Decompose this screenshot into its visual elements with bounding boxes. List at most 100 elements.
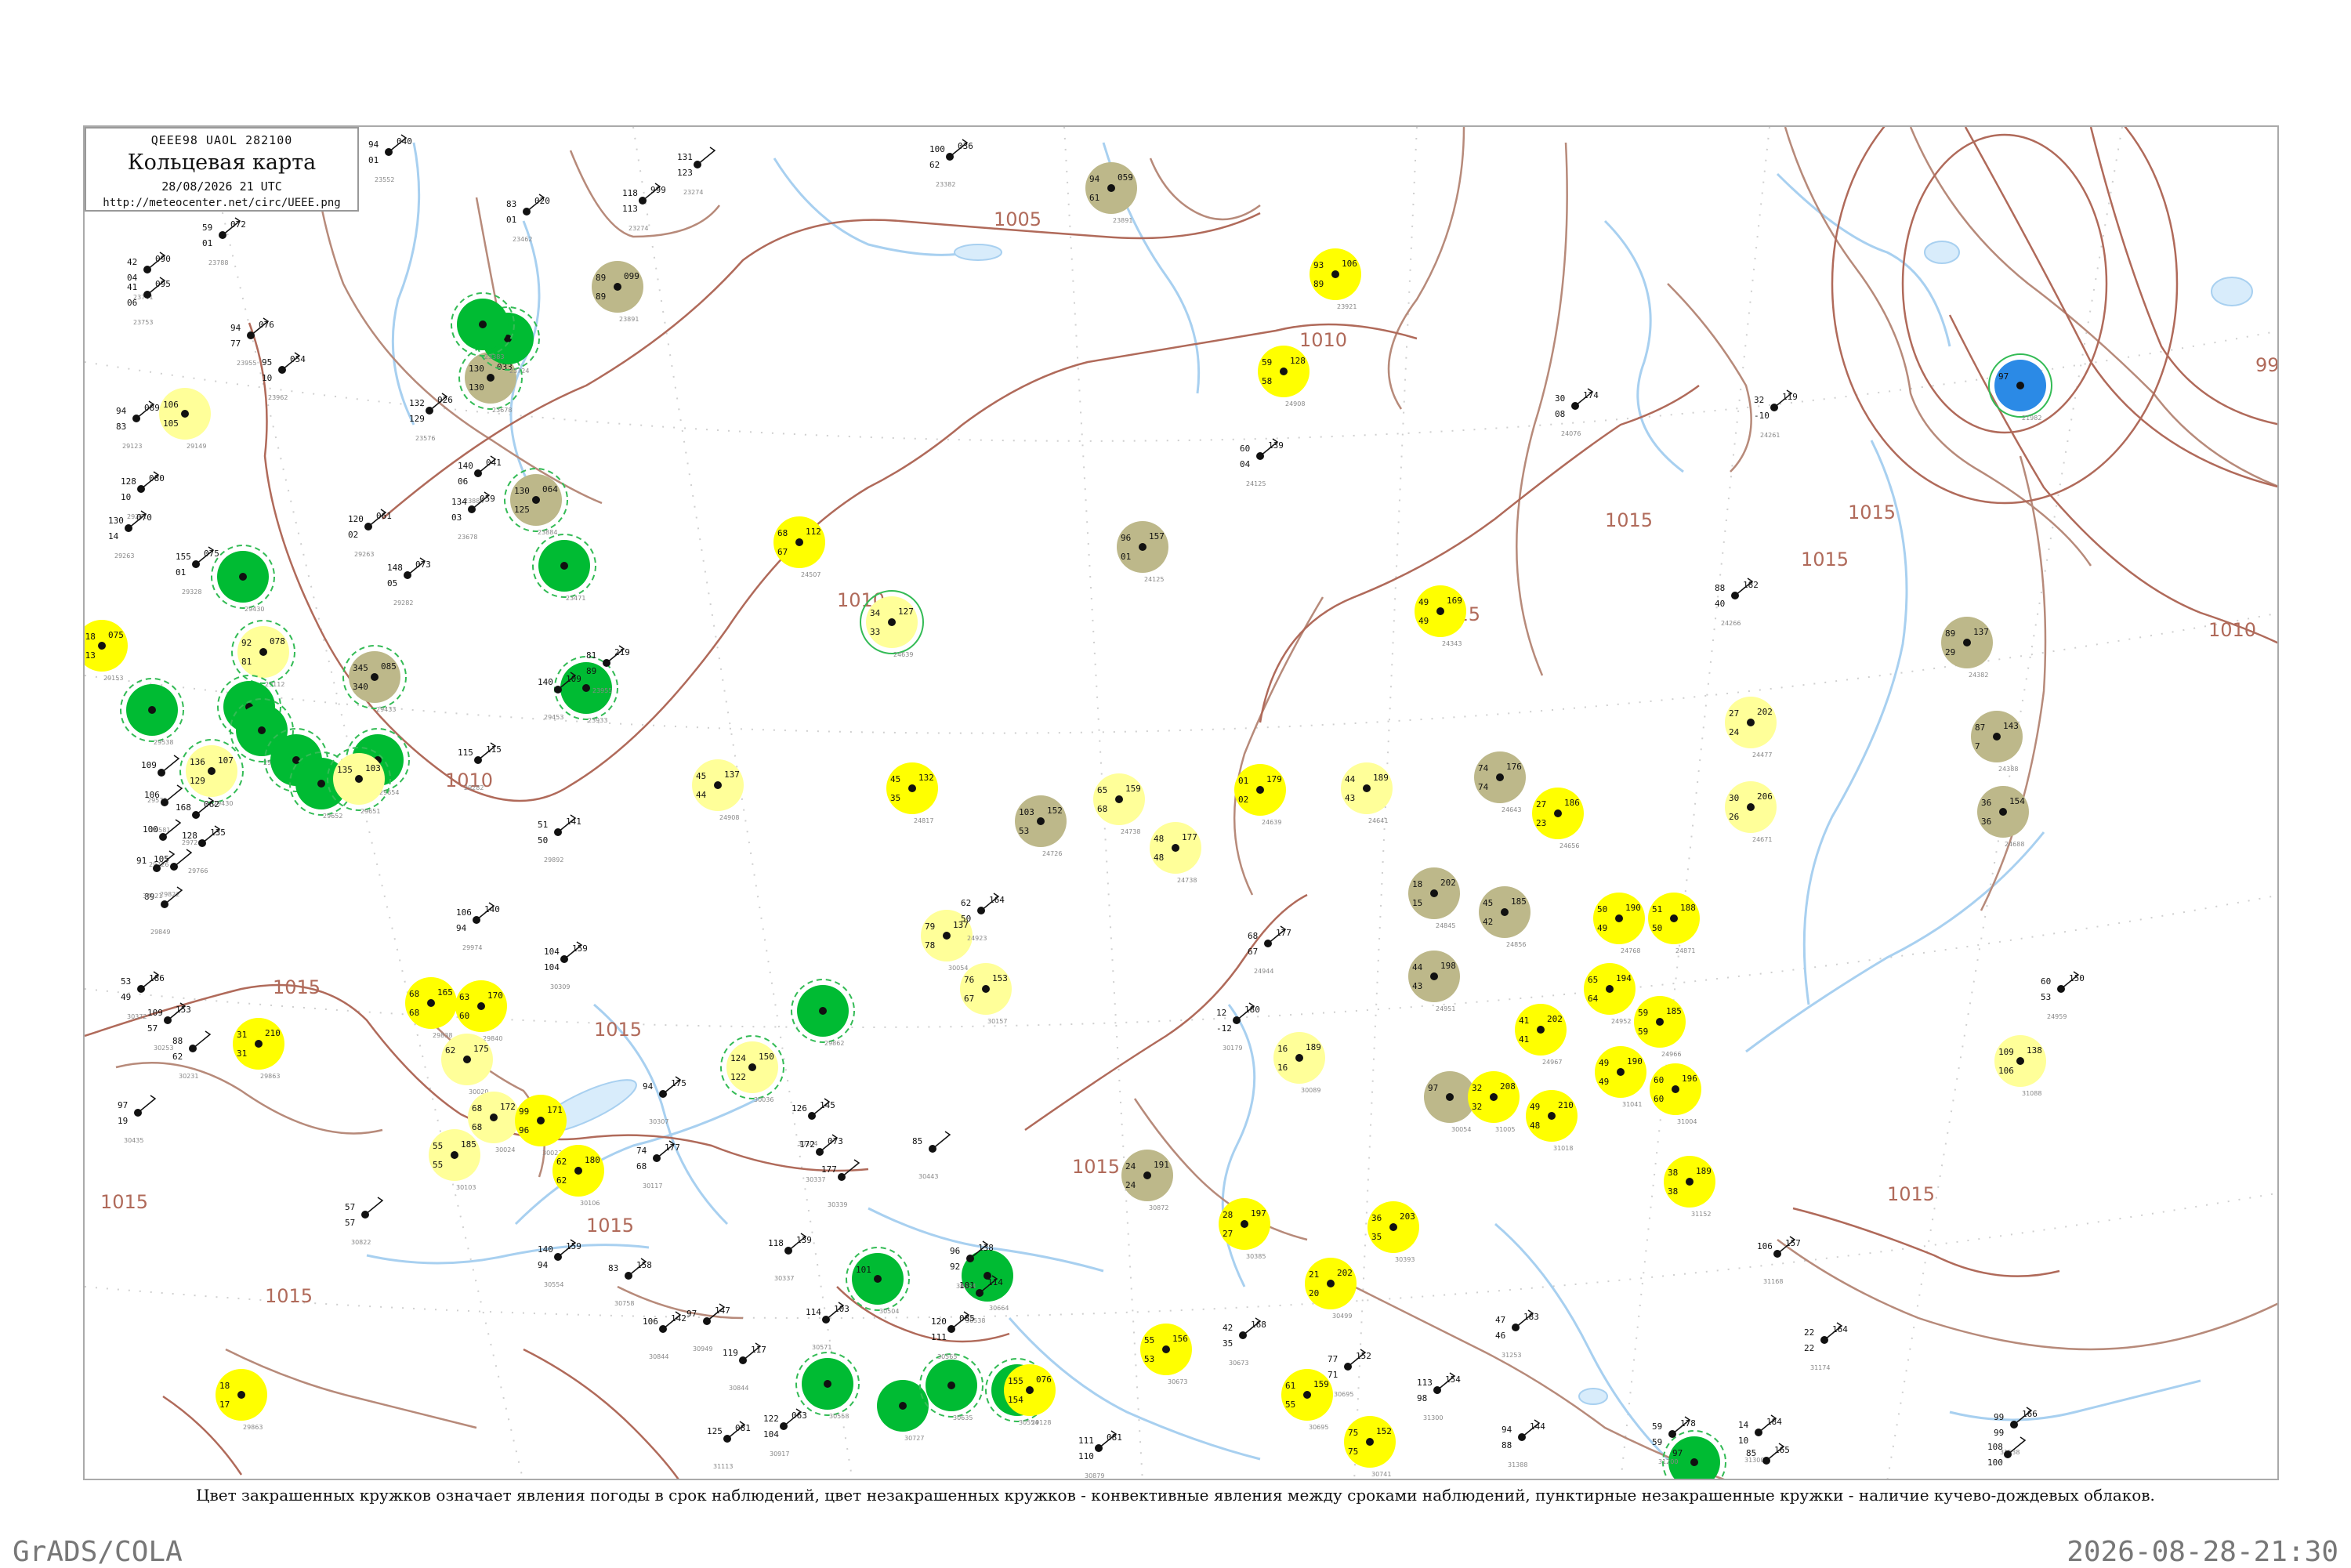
station-plot[interactable]: 12 180 -12 30179 — [1216, 1002, 1260, 1052]
station-plot[interactable]: 57 57 30822 — [345, 1197, 384, 1246]
station-plot[interactable]: 10529822 — [154, 849, 193, 898]
station-plot[interactable]: 14 1841031300 — [1738, 1414, 1782, 1464]
station-plot[interactable]: 62 164 50 24923 — [961, 893, 1005, 942]
station-marker[interactable]: 9731200 — [1662, 1430, 1726, 1480]
station-marker[interactable]: 76 153 67 30157 — [960, 963, 1012, 1025]
station-plot[interactable]: 51 141 50 29892 — [538, 814, 581, 864]
station-marker[interactable]: 18 202 15 24845 — [1408, 867, 1460, 929]
station-plot[interactable]: 95 054 10 23962 — [262, 352, 306, 401]
station-marker[interactable]: 30635 — [919, 1353, 984, 1421]
station-plot[interactable]: 85 30443 — [912, 1131, 951, 1180]
map-url[interactable]: http://meteocenter.net/circ/UEEE.png — [86, 197, 357, 209]
station-marker[interactable]: 68 165 68 29838 — [405, 977, 457, 1039]
station-plot[interactable]: 32 119 -10 24261 — [1754, 389, 1798, 439]
station-plot[interactable]: 106 157 31168 — [1757, 1236, 1801, 1285]
station-marker[interactable]: 93 106 89 23921 — [1310, 248, 1361, 310]
station-marker[interactable]: 136 10712929430 — [179, 739, 244, 807]
station-plot[interactable]: 109 153 57 30253 — [147, 1002, 191, 1052]
station-marker[interactable]: 36 203 35 30393 — [1367, 1201, 1419, 1263]
station-marker[interactable]: 89 137 29 24382 — [1941, 617, 1993, 679]
station-marker[interactable]: 75 152 75 30741 — [1344, 1416, 1396, 1478]
station-marker[interactable]: 55 185 55 30103 — [429, 1129, 480, 1191]
station-plot[interactable]: 113 154 98 31300 — [1417, 1372, 1461, 1421]
station-plot[interactable]: 94 040 01 23552 — [368, 134, 412, 183]
station-marker[interactable]: 68 112 67 24507 — [773, 516, 825, 578]
station-marker[interactable]: 49 190 49 31041 — [1595, 1046, 1646, 1108]
station-marker[interactable]: 50 190 49 24768 — [1593, 893, 1645, 954]
station-plot[interactable]: 108 100 31505 — [1987, 1436, 2027, 1480]
station-plot[interactable]: 106 142 30844 — [643, 1311, 686, 1360]
station-plot[interactable]: 119 117 30844 — [723, 1342, 766, 1392]
station-marker[interactable]: 99 1719630022 — [515, 1095, 567, 1157]
station-marker[interactable]: 103 152 53 24726 — [1015, 795, 1067, 857]
station-plot[interactable]: 118 139 30337 — [768, 1233, 812, 1282]
station-marker[interactable]: 59 185 59 24966 — [1634, 996, 1686, 1058]
station-plot[interactable]: 132 026 129 23576 — [409, 393, 453, 442]
station-marker[interactable]: 106 105 29149 — [159, 388, 211, 450]
station-marker[interactable]: 23471 — [532, 534, 596, 602]
station-marker[interactable]: 30 206 26 24671 — [1725, 781, 1777, 843]
station-marker[interactable]: 38 189 38 31152 — [1664, 1156, 1715, 1218]
station-marker[interactable]: 345 085 340 29433 — [342, 645, 407, 713]
station-plot[interactable]: 94 144 88 31388 — [1502, 1419, 1545, 1468]
station-marker[interactable]: 109 138 106 31088 — [1994, 1035, 2046, 1097]
station-marker[interactable]: 36 154 36 24688 — [1977, 786, 2029, 848]
station-marker[interactable]: 49 210 48 31018 — [1526, 1090, 1578, 1152]
weather-map[interactable]: 1005 1010 1010 1010 1010 1015 1015 1015 … — [85, 127, 2279, 1480]
station-plot[interactable]: 77 152 71 30695 — [1328, 1349, 1371, 1398]
station-plot[interactable]: 118 999 113 23274 — [622, 183, 666, 232]
station-marker[interactable]: 24 191 24 30872 — [1121, 1150, 1173, 1211]
station-plot[interactable]: 177 30339 — [821, 1159, 860, 1208]
station-plot[interactable]: 47 183 46 31253 — [1495, 1309, 1539, 1359]
station-marker[interactable]: 55 156 53 30673 — [1140, 1324, 1192, 1385]
station-marker[interactable]: 21 202 20 30499 — [1305, 1258, 1357, 1320]
station-marker[interactable]: 65 159 68 24738 — [1093, 773, 1145, 835]
station-plot[interactable]: 81 219 89 23955 — [586, 645, 630, 694]
station-plot[interactable]: 74 177 68 30117 — [636, 1140, 680, 1190]
station-marker[interactable]: 28 197 27 30385 — [1219, 1198, 1270, 1260]
station-marker[interactable]: 01 179 02 24639 — [1234, 764, 1286, 826]
station-marker[interactable]: 41 202 41 24967 — [1515, 1004, 1567, 1066]
station-plot[interactable]: 30 174 08 24076 — [1555, 388, 1599, 437]
station-marker[interactable]: 18 17 29863 — [216, 1369, 267, 1431]
station-marker[interactable]: 27 186 23 24656 — [1532, 788, 1584, 849]
station-marker[interactable]: 124 150 122 30036 — [720, 1035, 784, 1103]
station-marker[interactable]: 51 188 50 24871 — [1648, 893, 1700, 954]
station-plot[interactable]: 97 147 30949 — [686, 1303, 730, 1353]
station-plot[interactable]: 115 115 29282 — [458, 742, 502, 791]
station-plot[interactable]: 131 123 23274 — [677, 147, 716, 196]
station-marker[interactable]: 118 075 113 29153 — [85, 620, 128, 682]
station-marker[interactable]: 44 198 43 24951 — [1408, 951, 1460, 1012]
station-plot[interactable]: 22 164 22 31174 — [1804, 1322, 1848, 1371]
station-marker[interactable]: 62 180 62 30106 — [552, 1145, 604, 1207]
station-plot[interactable]: 68 177 67 24944 — [1248, 925, 1291, 975]
station-marker[interactable]: 92 078 81 29112 — [231, 620, 295, 688]
station-plot[interactable]: 104 159 104 30309 — [544, 941, 588, 990]
station-plot[interactable]: 100 036 62 23382 — [929, 139, 973, 188]
station-marker[interactable]: 45 132 35 24817 — [886, 762, 938, 824]
station-marker[interactable]: 45 137 44 24908 — [692, 759, 744, 821]
station-plot[interactable]: 41 095 06 23753 — [127, 277, 171, 326]
station-plot[interactable]: 122 063 104 30917 — [763, 1408, 807, 1458]
station-plot[interactable]: 120 061 02 29263 — [348, 509, 392, 558]
station-marker[interactable]: 60 196 60 31004 — [1650, 1063, 1701, 1125]
station-plot[interactable]: 106 140 94 29974 — [456, 902, 500, 951]
station-marker[interactable]: 32 208 32 31005 — [1468, 1071, 1520, 1133]
station-plot[interactable]: 172 073 30337 — [799, 1134, 843, 1183]
station-plot[interactable]: 94 089 83 29123 — [116, 400, 160, 450]
station-marker[interactable]: 61 159 55 30695 — [1281, 1369, 1333, 1431]
station-plot[interactable]: 97 19 30435 — [118, 1095, 157, 1144]
station-plot[interactable]: 125 081 31113 — [707, 1421, 751, 1470]
station-plot[interactable]: 114 103 30571 — [806, 1302, 849, 1351]
station-plot[interactable]: 60 150 53 24959 — [2041, 971, 2085, 1020]
station-plot[interactable]: 94 175 30307 — [643, 1076, 686, 1125]
station-marker[interactable]: 63 170 60 29840 — [455, 980, 507, 1042]
station-marker[interactable]: 62 17530020 — [441, 1034, 493, 1095]
station-plot[interactable]: 148 073 05 29282 — [387, 557, 431, 607]
station-marker[interactable]: 97 21982 — [1988, 353, 2052, 422]
station-plot[interactable]: 88 182 40 24266 — [1715, 578, 1759, 627]
station-marker[interactable]: 29862 — [791, 979, 855, 1047]
station-marker[interactable]: 44 189 43 24641 — [1341, 762, 1393, 824]
station-plot[interactable]: 120 085 111 30565 — [931, 1311, 975, 1360]
station-marker[interactable]: 89 099 89 23891 — [592, 261, 643, 323]
